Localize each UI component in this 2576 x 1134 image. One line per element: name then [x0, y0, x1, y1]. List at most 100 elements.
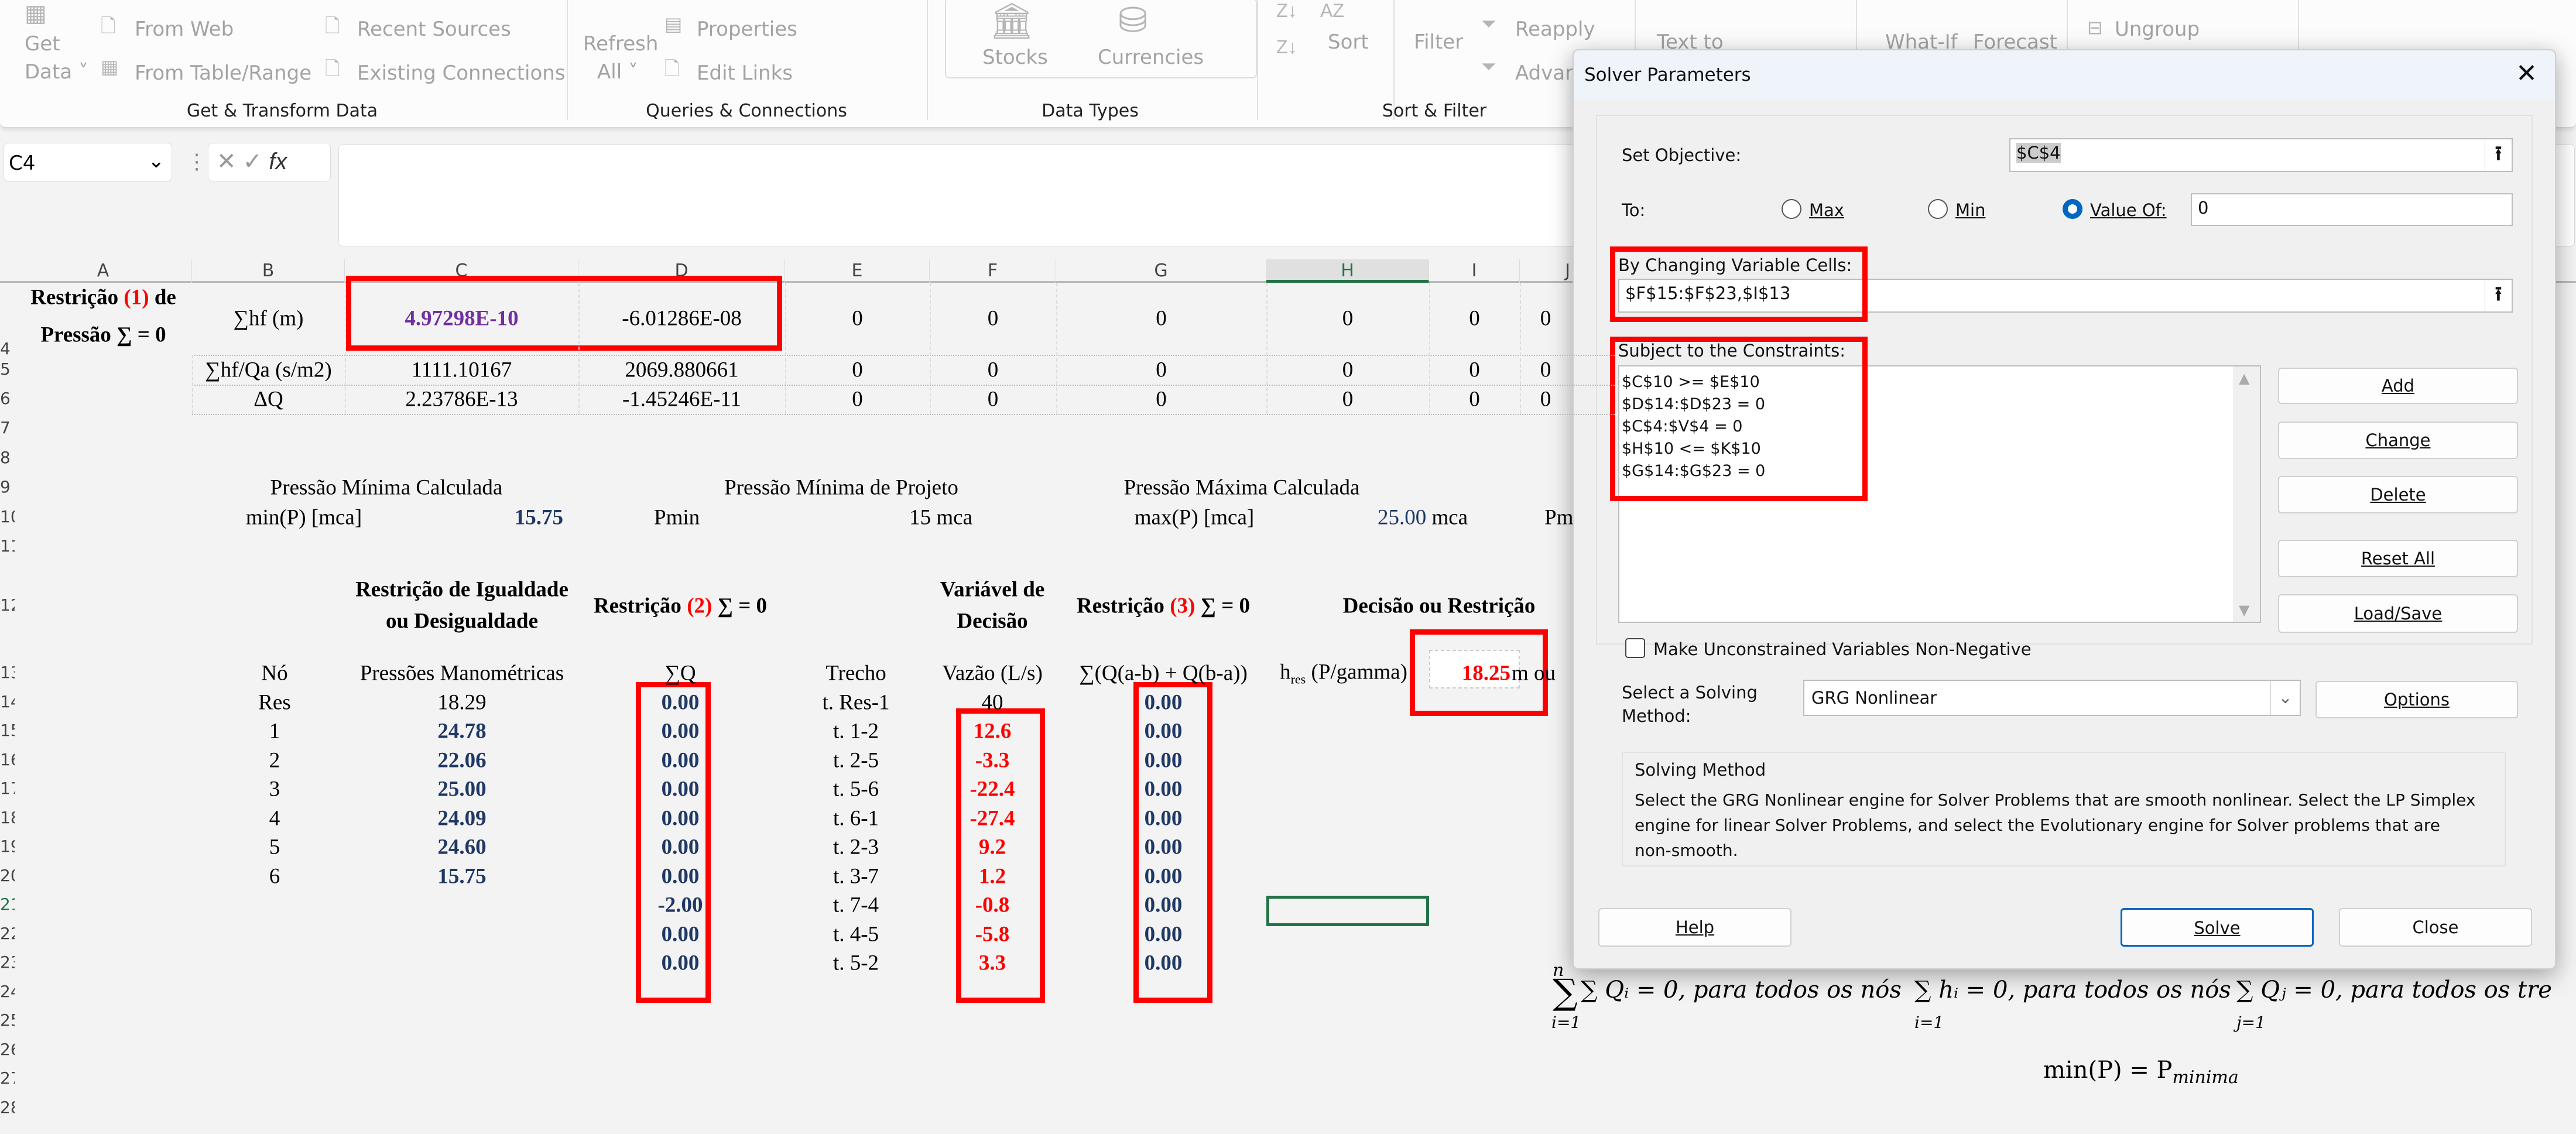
- get-data-button[interactable]: Get: [25, 32, 60, 56]
- existing-connections-button[interactable]: Existing Connections: [357, 61, 566, 85]
- column-header-b[interactable]: B: [192, 259, 345, 283]
- column-header-i[interactable]: I: [1429, 259, 1520, 283]
- currencies-button[interactable]: Currencies: [1098, 46, 1204, 69]
- row-header-27[interactable]: 27: [0, 1068, 15, 1088]
- row-header-15[interactable]: 15: [0, 721, 15, 740]
- objective-input[interactable]: $C$4: [2009, 138, 2513, 172]
- collapse-objective-icon[interactable]: ⭱: [2485, 139, 2512, 171]
- radio-min-label[interactable]: Min: [1955, 200, 1985, 220]
- row-header-11[interactable]: 11: [0, 536, 15, 556]
- sort-za-icon: Z↓: [1276, 36, 1297, 57]
- ungroup-icon: ⊟: [2087, 17, 2103, 38]
- solve-button[interactable]: Solve: [2121, 908, 2314, 947]
- get-data-icon: ▦: [25, 1, 47, 26]
- row-header-14[interactable]: 14: [0, 692, 15, 711]
- options-button[interactable]: Options: [2315, 681, 2518, 718]
- chevron-down-icon[interactable]: ⌄: [2270, 681, 2300, 715]
- vazao-value: -3.3: [975, 748, 1010, 772]
- close-button[interactable]: Close: [2339, 908, 2532, 947]
- radio-value-of[interactable]: [2063, 199, 2082, 219]
- name-box[interactable]: C4 ⌄: [4, 143, 172, 181]
- row-header-23[interactable]: 23: [0, 953, 15, 972]
- help-button[interactable]: Help: [1598, 908, 1791, 947]
- row-header-8[interactable]: 8: [0, 448, 15, 467]
- row-header-7[interactable]: 7: [0, 418, 15, 437]
- row-header-21[interactable]: 21: [0, 895, 15, 914]
- nonneg-label[interactable]: Make Unconstrained Variables Non-Negativ…: [1653, 639, 2032, 659]
- enter-icon[interactable]: ✓: [243, 149, 263, 174]
- close-icon[interactable]: ✕: [2516, 59, 2537, 88]
- edit-links-button[interactable]: Edit Links: [697, 61, 793, 85]
- recent-sources-button[interactable]: Recent Sources: [357, 18, 511, 41]
- column-header-g[interactable]: G: [1056, 259, 1266, 283]
- reapply-button[interactable]: Reapply: [1515, 18, 1595, 41]
- from-table-button[interactable]: From Table/Range: [135, 61, 311, 85]
- ungroup-button[interactable]: Ungroup: [2115, 18, 2200, 41]
- refresh-all-button[interactable]: Refresh: [583, 32, 658, 56]
- row-header-25[interactable]: 25: [0, 1010, 15, 1030]
- row-header-26[interactable]: 26: [0, 1040, 15, 1059]
- more-options-icon[interactable]: ⋮: [186, 149, 207, 174]
- trecho-label: t. 2-5: [833, 748, 879, 772]
- load-save-button[interactable]: Load/Save: [2278, 594, 2518, 633]
- value-of-input[interactable]: 0: [2191, 193, 2513, 226]
- constraints-scrollbar[interactable]: ▲ ▼: [2233, 366, 2260, 622]
- row-header-17[interactable]: 17: [0, 779, 15, 798]
- radio-max[interactable]: [1782, 199, 1801, 219]
- add-button[interactable]: Add: [2278, 368, 2518, 404]
- row-header-12[interactable]: 12: [0, 595, 15, 615]
- column-header-f[interactable]: F: [930, 259, 1056, 283]
- cell-row5-zero: 0: [1540, 358, 1551, 382]
- column-header-a[interactable]: A: [15, 259, 192, 283]
- sumg-value: 0.00: [1144, 922, 1183, 946]
- insert-function-icon[interactable]: fx: [269, 149, 287, 174]
- row-header-10[interactable]: 10: [0, 507, 15, 526]
- refresh-all-button-label[interactable]: All ˅: [597, 60, 638, 84]
- node-label: 4: [269, 806, 280, 830]
- solving-method-select[interactable]: GRG Nonlinear ⌄: [1803, 680, 2301, 716]
- stocks-button[interactable]: Stocks: [982, 46, 1048, 69]
- radio-value-of-label[interactable]: Value Of:: [2090, 200, 2167, 220]
- sort-button[interactable]: Sort: [1328, 30, 1369, 54]
- row-header-28[interactable]: 28: [0, 1098, 15, 1117]
- properties-button[interactable]: Properties: [697, 18, 797, 41]
- radio-min[interactable]: [1928, 199, 1948, 219]
- cancel-icon[interactable]: ✕: [217, 149, 237, 174]
- row-header-13[interactable]: 13: [0, 663, 15, 682]
- filter-button[interactable]: Filter: [1414, 30, 1463, 54]
- radio-max-label[interactable]: Max: [1809, 200, 1844, 220]
- cell-row4-zero: 0: [1469, 306, 1480, 331]
- collapse-changing-icon[interactable]: ⭱: [2485, 280, 2512, 311]
- formula-buttons: ✕ ✓ fx: [208, 143, 331, 181]
- header-hres: hres (P/gamma): [1280, 660, 1407, 687]
- stocks-icon: 🏛: [989, 1, 1034, 40]
- vazao-value: 1.2: [978, 864, 1006, 888]
- row-header-9[interactable]: 9: [0, 477, 15, 496]
- chevron-down-icon[interactable]: ⌄: [148, 149, 165, 173]
- row-header-19[interactable]: 19: [0, 837, 15, 856]
- column-header-e[interactable]: E: [785, 259, 930, 283]
- row-header-20[interactable]: 20: [0, 866, 15, 885]
- advanced-filter-button[interactable]: Advan: [1515, 61, 1578, 85]
- row-header-18[interactable]: 18: [0, 808, 15, 827]
- trecho-label: t. 1-2: [833, 719, 879, 744]
- delete-button[interactable]: Delete: [2278, 476, 2518, 513]
- row-header-24[interactable]: 24: [0, 982, 15, 1001]
- nonneg-checkbox[interactable]: [1625, 638, 1645, 658]
- selected-cell-h21[interactable]: [1266, 896, 1429, 926]
- trecho-label: t. Res-1: [822, 690, 890, 714]
- reset-all-button[interactable]: Reset All: [2278, 540, 2518, 577]
- column-header-h[interactable]: H: [1266, 259, 1429, 283]
- properties-icon: ▤: [664, 13, 683, 35]
- row-header-16[interactable]: 16: [0, 750, 15, 769]
- get-data-button-label[interactable]: Data ˅: [25, 60, 88, 84]
- scroll-down-icon[interactable]: ▼: [2239, 602, 2249, 618]
- row-header-4[interactable]: 4: [0, 339, 15, 358]
- change-button[interactable]: Change: [2278, 422, 2518, 459]
- row-header-22[interactable]: 22: [0, 924, 15, 943]
- dialog-title-bar[interactable]: Solver Parameters ✕: [1574, 50, 2555, 100]
- row-header-6[interactable]: 6: [0, 389, 15, 408]
- scroll-up-icon[interactable]: ▲: [2239, 370, 2249, 386]
- row-header-5[interactable]: 5: [0, 359, 15, 379]
- from-web-button[interactable]: From Web: [135, 18, 234, 41]
